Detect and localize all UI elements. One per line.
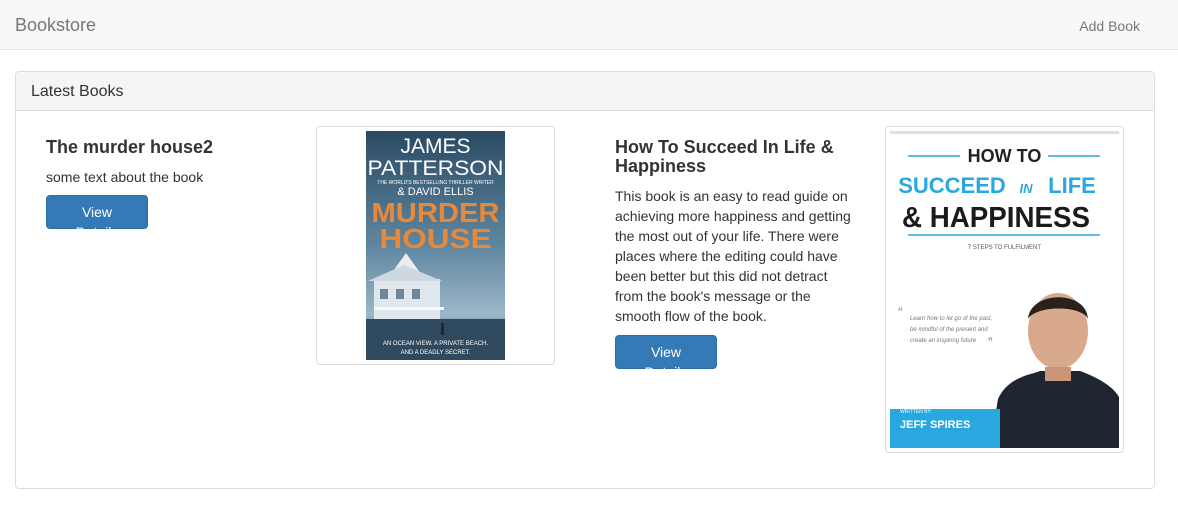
navbar: Bookstore Add Book	[0, 0, 1178, 50]
cover-author-last: PATTERSON	[368, 157, 504, 180]
cover-line2a: SUCCEED	[898, 173, 1006, 198]
svg-text:“: “	[898, 304, 903, 320]
cover-author-first: JAMES	[400, 135, 470, 158]
book-description-line: smooth flow of the book.	[615, 308, 767, 324]
book-thumbnail[interactable]: HOW TO SUCCEED IN LIFE & HAPPINESS 7 STE…	[885, 126, 1124, 453]
add-book-link[interactable]: Add Book	[1079, 16, 1140, 36]
cover-quote-3: create an inspiring future	[910, 338, 977, 344]
svg-text:”: ”	[988, 334, 993, 350]
cover-quote-2: be mindful of the present and	[910, 327, 988, 333]
book-title: The murder house2	[46, 137, 214, 157]
cover-title-line2: HOUSE	[380, 223, 492, 254]
cover-author: JEFF SPIRES	[900, 419, 970, 431]
cover-line2c: LIFE	[1048, 173, 1096, 198]
cover-tagline-bottom-1: AN OCEAN VIEW. A PRIVATE BEACH.	[383, 341, 488, 347]
murder-house-cover-image: JAMES PATTERSON THE WORLD'S BESTSELLING …	[366, 131, 505, 360]
cover-line1: HOW TO	[968, 146, 1042, 166]
panel-heading: Latest Books	[16, 72, 1154, 111]
book-description-line: achieving more happiness and getting	[615, 208, 851, 224]
cover-line2b: IN	[1020, 181, 1034, 196]
book-description: some text about the book	[46, 169, 204, 185]
book-description-line: places where the editing could have	[615, 248, 838, 264]
book-description-line: This book is an easy to read guide on	[615, 188, 848, 204]
cover-line3: & HAPPINESS	[902, 202, 1090, 234]
cover-tagline-bottom-2: AND A DEADLY SECRET.	[401, 350, 471, 356]
book-thumbnail[interactable]: JAMES PATTERSON THE WORLD'S BESTSELLING …	[316, 126, 555, 365]
book-title-continued: Happiness	[615, 156, 707, 176]
book-title: How To Succeed In Life &	[615, 137, 834, 157]
cover-written-by: WRITTEN BY:	[900, 409, 932, 415]
cover-subtitle: 7 STEPS TO FULFILMENT	[968, 245, 1041, 251]
brand-link[interactable]: Bookstore	[15, 15, 96, 35]
cover-quote-1: Learn how to let go of the past,	[910, 316, 992, 322]
book-description-line: from the book's message or the	[615, 288, 811, 304]
view-details-button[interactable]: View Details	[46, 195, 148, 240]
book-description-line: the most out of your life. There were	[615, 228, 839, 244]
view-details-button[interactable]: View Details	[615, 335, 717, 380]
book-description-line: been better but this did not detract	[615, 268, 828, 284]
how-to-succeed-cover-image: HOW TO SUCCEED IN LIFE & HAPPINESS 7 STE…	[890, 131, 1119, 448]
latest-books-panel: Latest Books The murder house2 some text…	[15, 71, 1155, 489]
